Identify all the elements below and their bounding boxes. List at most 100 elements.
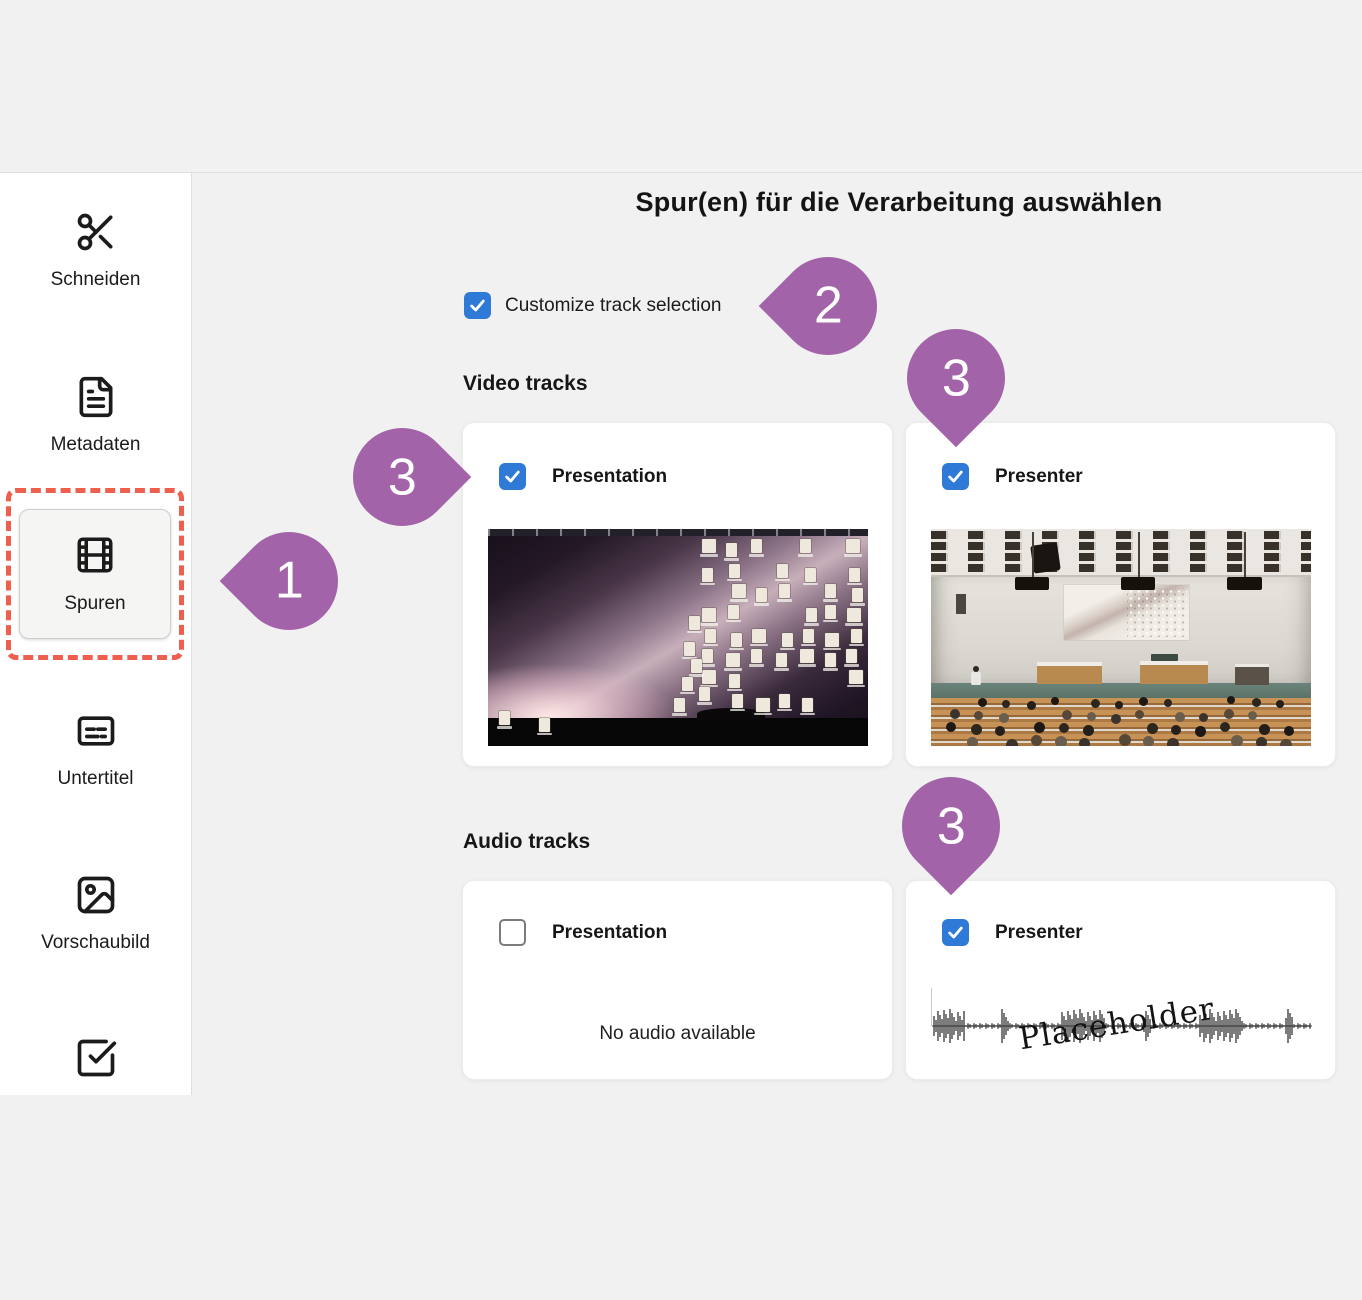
file-icon bbox=[849, 670, 863, 684]
file-icon bbox=[689, 616, 700, 630]
file-icon bbox=[847, 608, 861, 622]
page-title: Spur(en) für die Verarbeitung auswählen bbox=[462, 187, 1336, 218]
file-icon bbox=[751, 649, 762, 663]
audience-head bbox=[1055, 736, 1067, 746]
file-icon bbox=[846, 539, 860, 553]
audio-track-card-presenter[interactable]: Presenter Placeholder bbox=[905, 880, 1336, 1080]
audience-head bbox=[999, 713, 1009, 723]
sidebar-item-metadaten[interactable]: Metadaten bbox=[0, 375, 191, 456]
presenter-person bbox=[969, 666, 983, 686]
audience-head bbox=[971, 724, 982, 735]
file-icon bbox=[805, 568, 816, 582]
file-icon bbox=[751, 539, 762, 553]
sidebar-item-untertitel[interactable]: Untertitel bbox=[0, 709, 191, 790]
file-icon bbox=[846, 649, 857, 663]
file-icon bbox=[726, 543, 737, 557]
file-icon bbox=[851, 629, 862, 643]
audience-head bbox=[1031, 735, 1042, 746]
scissors-icon bbox=[74, 210, 118, 254]
table-equipment bbox=[1151, 654, 1178, 662]
audience-head bbox=[946, 722, 956, 732]
file-icon bbox=[699, 687, 710, 701]
track-selection-page: Schneiden Metadaten Spuren Untertitel bbox=[0, 0, 1362, 1300]
presenter-thumb bbox=[931, 529, 1311, 746]
projector bbox=[1121, 577, 1155, 590]
captions-icon bbox=[74, 709, 118, 753]
annotation-dashed-highlight: Spuren bbox=[6, 488, 184, 660]
audience-head bbox=[1231, 735, 1243, 746]
sidebar-item-fertig[interactable] bbox=[0, 1036, 191, 1080]
audience-head bbox=[1224, 709, 1234, 719]
sidebar-item-label: Vorschaubild bbox=[41, 932, 150, 954]
waveform-axis bbox=[931, 988, 932, 1026]
audience-head bbox=[1199, 713, 1208, 722]
audience-head bbox=[1027, 701, 1036, 710]
stage-light-rig bbox=[1030, 542, 1060, 574]
file-icon bbox=[702, 568, 713, 582]
sidebar-item-label: Spuren bbox=[64, 593, 125, 615]
sidebar-item-spuren[interactable]: Spuren bbox=[19, 509, 171, 639]
audience-head bbox=[1259, 724, 1270, 735]
audience-head bbox=[1006, 739, 1018, 746]
file-icon bbox=[732, 584, 746, 598]
file-icon bbox=[729, 674, 740, 688]
customize-checkbox-label: Customize track selection bbox=[505, 295, 721, 317]
video-presentation-checkbox[interactable] bbox=[499, 463, 526, 490]
audience-head bbox=[1119, 734, 1131, 746]
file-icon bbox=[779, 584, 790, 598]
projection-screen bbox=[1064, 585, 1189, 639]
audience-head bbox=[1147, 723, 1158, 734]
lecture-table bbox=[1140, 661, 1208, 684]
video-presenter-checkbox[interactable] bbox=[942, 463, 969, 490]
file-icon bbox=[777, 564, 788, 578]
audience-head bbox=[1059, 723, 1069, 733]
sidebar: Schneiden Metadaten Spuren Untertitel bbox=[0, 173, 192, 1095]
lecture-ceiling bbox=[931, 529, 1311, 577]
audience-head bbox=[1135, 710, 1144, 719]
video-track-card-presenter[interactable]: Presenter bbox=[905, 422, 1336, 767]
audience-head bbox=[1051, 697, 1059, 705]
audio-presenter-row: Presenter bbox=[942, 919, 1083, 946]
video-tracks-heading: Video tracks bbox=[463, 372, 588, 396]
file-icon bbox=[756, 588, 767, 602]
audience-head bbox=[1276, 700, 1284, 708]
file-icon bbox=[803, 629, 814, 643]
audience-head bbox=[1111, 714, 1121, 724]
audience-head bbox=[1195, 726, 1206, 737]
file-icon bbox=[731, 633, 742, 647]
presentation-thumb bbox=[488, 529, 868, 746]
audio-track-label: Presenter bbox=[995, 922, 1083, 944]
video-presentation-row: Presentation bbox=[499, 463, 667, 490]
customize-checkbox[interactable] bbox=[464, 292, 491, 319]
video-track-card-presentation[interactable]: Presentation bbox=[462, 422, 893, 767]
audio-waveform: Placeholder bbox=[930, 986, 1314, 1066]
wall-speaker bbox=[956, 594, 966, 614]
sidebar-item-vorschaubild[interactable]: Vorschaubild bbox=[0, 873, 191, 954]
file-icon bbox=[800, 539, 811, 553]
file-icon bbox=[682, 677, 693, 691]
sidebar-item-schneiden[interactable]: Schneiden bbox=[0, 210, 191, 291]
audience-head bbox=[1143, 736, 1154, 746]
check-square-icon bbox=[74, 1036, 118, 1080]
audience-head bbox=[1002, 700, 1010, 708]
header-divider bbox=[0, 172, 1362, 173]
audience-head bbox=[974, 711, 983, 720]
audio-track-card-presentation[interactable]: Presentation No audio available bbox=[462, 880, 893, 1080]
projector bbox=[1015, 577, 1049, 590]
audience bbox=[931, 690, 1311, 746]
audience-head bbox=[1220, 722, 1230, 732]
file-icon bbox=[729, 564, 740, 578]
audio-presentation-checkbox[interactable] bbox=[499, 919, 526, 946]
file-icon bbox=[800, 649, 814, 663]
file-icon bbox=[825, 653, 836, 667]
audience-head bbox=[1115, 701, 1123, 709]
file-icon bbox=[705, 629, 716, 643]
audience-head bbox=[1139, 697, 1148, 706]
audience-head bbox=[1083, 725, 1094, 736]
audio-track-label: Presentation bbox=[552, 922, 667, 944]
audio-presenter-checkbox[interactable] bbox=[942, 919, 969, 946]
audience-head bbox=[1256, 737, 1267, 746]
audience-head bbox=[1175, 712, 1185, 722]
file-icon bbox=[684, 642, 695, 656]
sidebar-item-label: Untertitel bbox=[57, 768, 133, 790]
